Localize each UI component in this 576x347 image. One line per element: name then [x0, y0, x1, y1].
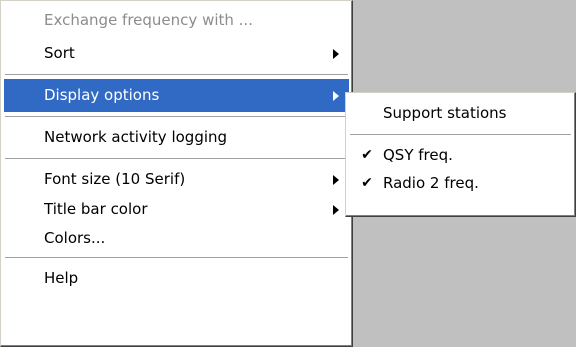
submenu-arrow-icon — [333, 48, 339, 59]
submenu-arrow-icon — [333, 174, 339, 185]
menu-item-help[interactable]: Help — [4, 262, 349, 295]
menu-item-label: Display options — [44, 86, 160, 104]
submenu-item-label: QSY freq. — [383, 146, 453, 164]
menu-item-label: Help — [44, 269, 79, 287]
display-options-submenu: Support stations ✔ QSY freq. ✔ Radio 2 f… — [345, 92, 576, 217]
menu-item-network-activity-logging[interactable]: Network activity logging — [4, 121, 349, 154]
submenu-item-qsy-freq[interactable]: ✔ QSY freq. — [349, 139, 572, 171]
menu-separator — [4, 112, 349, 121]
menu-item-label: Font size (10 Serif) — [44, 170, 186, 188]
menu-item-display-options[interactable]: Display options — [4, 79, 349, 112]
menu-item-label: Network activity logging — [44, 128, 228, 146]
submenu-item-support-stations[interactable]: Support stations — [349, 96, 572, 130]
menu-item-label: Title bar color — [44, 200, 148, 218]
menu-separator — [4, 70, 349, 79]
menu-separator — [4, 154, 349, 163]
submenu-item-label: Radio 2 freq. — [383, 174, 479, 192]
menu-item-title-bar-color[interactable]: Title bar color — [4, 196, 349, 223]
menu-separator — [349, 130, 572, 139]
context-menu: Exchange frequency with ... Sort Display… — [0, 0, 353, 347]
submenu-item-radio-2-freq[interactable]: ✔ Radio 2 freq. — [349, 171, 572, 203]
menu-item-label: Exchange frequency with ... — [44, 11, 253, 29]
menu-item-colors[interactable]: Colors... — [4, 223, 349, 253]
menu-separator — [4, 253, 349, 262]
menu-item-label: Sort — [44, 44, 75, 62]
menu-item-sort[interactable]: Sort — [4, 37, 349, 70]
submenu-item-label: Support stations — [383, 104, 507, 122]
submenu-arrow-icon — [333, 204, 339, 215]
checkmark-icon: ✔ — [361, 175, 373, 191]
submenu-arrow-icon — [333, 90, 339, 101]
checkmark-icon: ✔ — [361, 147, 373, 163]
menu-item-label: Colors... — [44, 229, 106, 247]
menu-item-exchange-frequency[interactable]: Exchange frequency with ... — [4, 4, 349, 37]
menu-item-font-size[interactable]: Font size (10 Serif) — [4, 163, 349, 196]
